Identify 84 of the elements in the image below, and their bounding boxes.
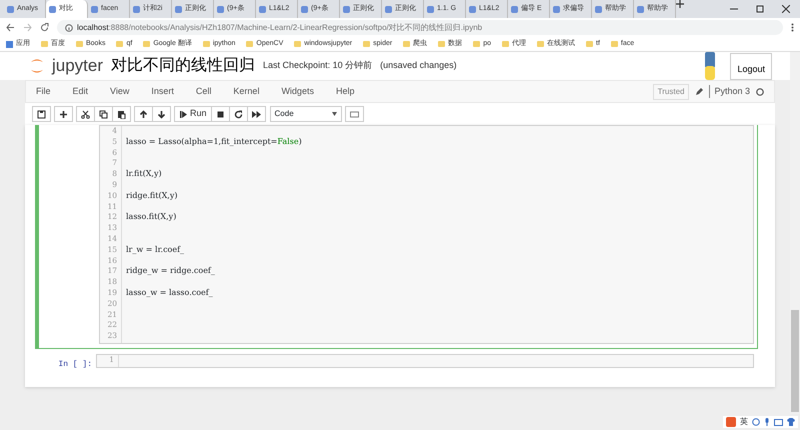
paste-button[interactable]	[112, 106, 131, 122]
move-down-button[interactable]	[152, 106, 171, 122]
input-mode-label[interactable]: 英	[740, 416, 748, 428]
close-icon[interactable]	[782, 5, 790, 13]
menu-item[interactable]: Edit	[72, 84, 88, 98]
folder-icon	[502, 41, 510, 47]
save-button[interactable]	[32, 106, 51, 122]
python-logo-icon	[704, 52, 716, 80]
address-bar[interactable]: localhost:8888/notebooks/Analysis/HZh1807/Machine-Learn/2-LinearRegression/softpo/对比不同的线性回归.ipynb	[57, 20, 783, 35]
folder-icon	[143, 41, 150, 47]
emoji-icon[interactable]	[752, 418, 760, 426]
copy-icon	[99, 110, 108, 118]
code-line: ridge_w = ridge.coef_	[126, 266, 215, 276]
notebook-title[interactable]: 对比不同的线性回归	[111, 54, 256, 78]
folder-icon	[294, 41, 302, 47]
menu-item[interactable]: Help	[336, 84, 354, 98]
caret-icon	[332, 112, 337, 116]
folder-icon	[202, 41, 210, 47]
new-tab-icon[interactable]	[676, 0, 684, 8]
fast-forward-icon	[252, 110, 261, 118]
folder-icon	[76, 41, 83, 47]
apps-icon	[6, 40, 13, 48]
unsaved-status: (unsaved changes)	[380, 59, 457, 72]
insert-cell-button[interactable]	[54, 106, 73, 122]
stop-button[interactable]	[210, 106, 230, 122]
kernel-idle-icon	[756, 88, 764, 96]
cut-button[interactable]	[76, 106, 95, 122]
microphone-icon[interactable]	[764, 418, 770, 426]
folder-icon	[473, 41, 480, 47]
shirt-icon[interactable]	[787, 418, 795, 426]
pencil-icon[interactable]	[695, 88, 704, 96]
copy-button[interactable]	[94, 106, 113, 122]
menu-item[interactable]: Cell	[196, 84, 212, 98]
menu-item[interactable]: View	[110, 84, 130, 98]
menu-item[interactable]: Kernel	[233, 84, 260, 98]
scissors-icon	[81, 110, 90, 118]
code-line: lr.fit(X,y)	[126, 169, 162, 178]
move-up-button[interactable]	[134, 106, 153, 122]
stop-icon	[216, 110, 225, 118]
code-line: lr_w = lr.coef_	[126, 244, 184, 254]
folder-icon	[41, 41, 48, 47]
folder-icon	[246, 41, 254, 47]
input-prompt: In [ ]:	[58, 360, 92, 369]
run-all-button[interactable]	[246, 106, 266, 122]
more-icon[interactable]	[791, 23, 794, 32]
code-line: lasso = Lasso(alpha=1,fit_intercept=False)	[126, 136, 302, 146]
arrow-up-icon	[139, 110, 148, 118]
code-line: lasso_w = lasso.coef_	[126, 288, 213, 297]
folder-icon	[610, 41, 618, 47]
keyboard-icon	[350, 110, 359, 118]
restart-button[interactable]	[228, 106, 248, 122]
folder-icon	[363, 41, 370, 47]
scrollbar[interactable]	[790, 52, 800, 414]
checkpoint-text: Last Checkpoint: 10 分钟前	[263, 59, 372, 72]
folder-icon	[403, 41, 410, 47]
step-icon	[179, 110, 188, 118]
run-button[interactable]: Run	[174, 106, 212, 122]
folder-icon	[438, 41, 446, 47]
folder-icon	[586, 41, 594, 47]
code-line: ridge.fit(X,y)	[126, 190, 178, 200]
floppy-icon	[37, 110, 46, 118]
menu-item[interactable]: File	[36, 84, 51, 98]
scroll-thumb[interactable]	[791, 310, 799, 412]
cell-type-select[interactable]: Code	[270, 106, 342, 122]
arrow-down-icon	[157, 110, 166, 118]
maximize-icon[interactable]	[756, 5, 764, 13]
clipboard-icon	[117, 110, 126, 118]
reload-icon[interactable]	[40, 23, 49, 32]
keyboard-icon[interactable]	[774, 418, 783, 426]
input-method-logo-icon	[726, 417, 736, 427]
back-icon[interactable]	[6, 23, 15, 32]
kernel-name[interactable]: Python 3	[709, 84, 750, 98]
jupyter-logo-icon	[30, 58, 44, 74]
plus-icon	[59, 110, 68, 118]
logout-button[interactable]: Logout	[730, 52, 772, 80]
menu-item[interactable]: Insert	[151, 84, 174, 98]
logo-text: jupyter	[52, 55, 104, 78]
restart-icon	[234, 110, 243, 118]
menu-item[interactable]: Widgets	[281, 84, 314, 98]
command-palette-button[interactable]	[344, 106, 364, 122]
folder-icon	[537, 41, 544, 47]
folder-icon	[116, 41, 124, 47]
code-line: lasso.fit(X,y)	[126, 212, 176, 222]
info-icon	[65, 24, 73, 32]
